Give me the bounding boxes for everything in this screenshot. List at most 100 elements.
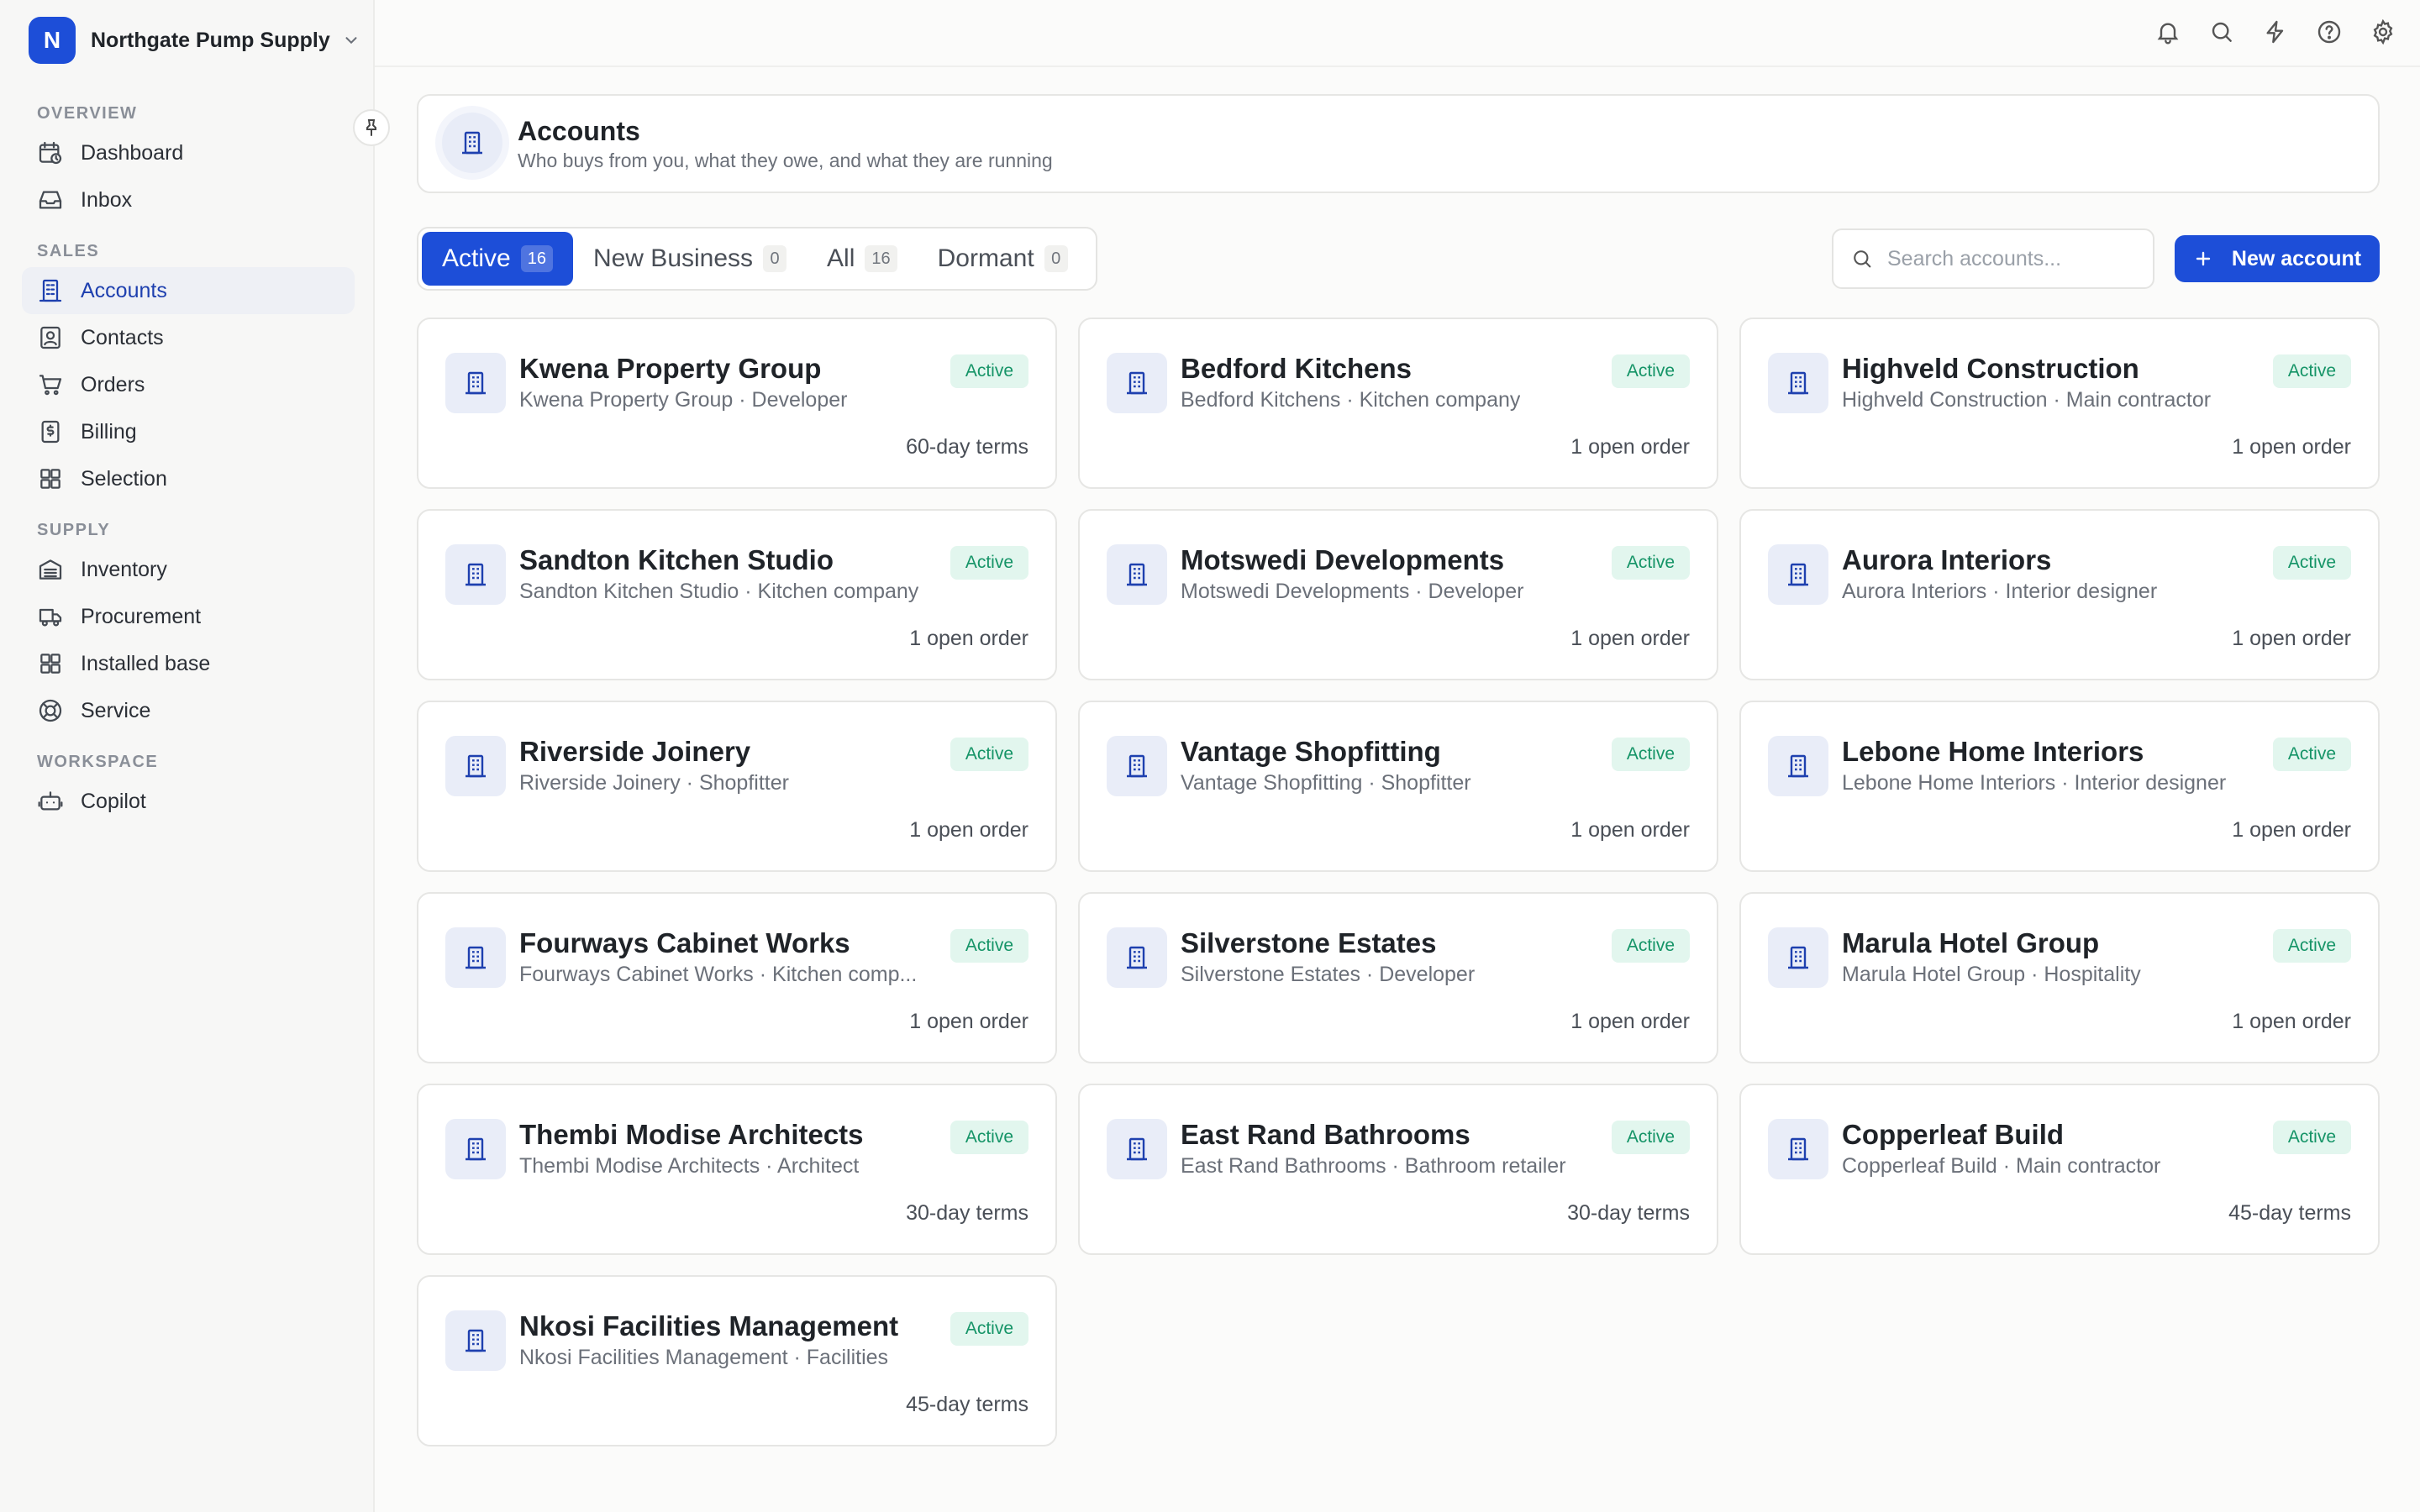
account-card[interactable]: East Rand Bathrooms East Rand Bathrooms … bbox=[1078, 1084, 1718, 1255]
account-footer: 1 open order bbox=[1570, 627, 1690, 650]
account-footer: 30-day terms bbox=[1567, 1201, 1690, 1225]
account-card[interactable]: Sandton Kitchen Studio Sandton Kitchen S… bbox=[417, 509, 1057, 680]
page-subtitle: Who buys from you, what they owe, and wh… bbox=[518, 150, 1053, 171]
account-meta: Marula Hotel Group · Hospitality bbox=[1842, 963, 2141, 986]
account-meta: Fourways Cabinet Works · Kitchen comp... bbox=[519, 963, 918, 986]
account-meta: Highveld Construction · Main contractor bbox=[1842, 388, 2212, 412]
sidebar-item-inbox[interactable]: Inbox bbox=[22, 176, 355, 223]
account-name: Sandton Kitchen Studio bbox=[519, 544, 834, 575]
sidebar-item-label: Inbox bbox=[81, 187, 133, 212]
search-icon bbox=[1854, 250, 1871, 268]
status-badge: Active bbox=[1611, 929, 1690, 963]
dollar-receipt-icon bbox=[41, 420, 60, 444]
sidebar-item-installed-base[interactable]: Installed base bbox=[22, 640, 355, 687]
building-icon bbox=[1768, 353, 1828, 413]
sidebar: N Northgate Pump Supply OVERVIEW Dashboar… bbox=[0, 0, 390, 1512]
help-icon[interactable] bbox=[2316, 18, 2343, 45]
new-account-label: New account bbox=[2231, 246, 2362, 270]
tab-active[interactable]: Active 16 bbox=[422, 232, 573, 286]
tab-label: All bbox=[827, 244, 855, 272]
account-card[interactable]: Bedford Kitchens Bedford Kitchens · Kitc… bbox=[1078, 318, 1718, 489]
account-card[interactable]: Lebone Home Interiors Lebone Home Interi… bbox=[1739, 701, 2380, 872]
building-icon bbox=[445, 1119, 506, 1179]
account-meta: Copperleaf Build · Main contractor bbox=[1842, 1154, 2161, 1178]
sidebar-item-label: Copilot bbox=[81, 789, 146, 813]
sidebar-item-inventory[interactable]: Inventory bbox=[22, 546, 355, 593]
account-card[interactable]: Thembi Modise Architects Thembi Modise A… bbox=[417, 1084, 1057, 1255]
building-icon bbox=[1768, 544, 1828, 605]
tab-all[interactable]: All 16 bbox=[807, 232, 918, 286]
account-name: Aurora Interiors bbox=[1842, 544, 2052, 575]
account-footer: 1 open order bbox=[909, 1010, 1028, 1033]
sidebar-item-label: Installed base bbox=[81, 651, 211, 675]
account-meta: East Rand Bathrooms · Bathroom retailer bbox=[1181, 1154, 1566, 1178]
building-icon bbox=[445, 736, 506, 796]
account-card[interactable]: Fourways Cabinet Works Fourways Cabinet … bbox=[417, 892, 1057, 1063]
status-badge: Active bbox=[950, 1121, 1028, 1154]
status-badge: Active bbox=[2272, 354, 2351, 388]
settings-icon[interactable] bbox=[2370, 18, 2396, 45]
sidebar-item-service[interactable]: Service bbox=[22, 687, 355, 734]
pin-sidebar-button[interactable] bbox=[353, 109, 390, 146]
nav-section-heading: WORKSPACE bbox=[37, 753, 159, 771]
account-name: Riverside Joinery bbox=[519, 736, 751, 767]
sidebar-item-label: Accounts bbox=[81, 278, 167, 302]
account-card[interactable]: Copperleaf Build Copperleaf Build · Main… bbox=[1739, 1084, 2380, 1255]
tab-new-business[interactable]: New Business 0 bbox=[573, 232, 807, 286]
account-card[interactable]: Vantage Shopfitting Vantage Shopfitting … bbox=[1078, 701, 1718, 872]
sidebar-item-copilot[interactable]: Copilot bbox=[22, 778, 355, 825]
tab-count: 0 bbox=[763, 245, 787, 272]
org-switcher[interactable]: N Northgate Pump Supply bbox=[29, 17, 360, 64]
account-footer: 60-day terms bbox=[906, 435, 1028, 459]
lightning-icon[interactable] bbox=[2262, 18, 2289, 45]
sidebar-item-accounts[interactable]: Accounts bbox=[22, 267, 355, 314]
tab-count: 0 bbox=[1044, 245, 1068, 272]
account-footer: 1 open order bbox=[909, 818, 1028, 842]
sidebar-item-procurement[interactable]: Procurement bbox=[22, 593, 355, 640]
search-input[interactable] bbox=[1887, 246, 2139, 271]
status-badge: Active bbox=[950, 738, 1028, 771]
chevron-down-icon bbox=[345, 37, 357, 45]
sidebar-item-dashboard[interactable]: Dashboard bbox=[22, 129, 355, 176]
bell-icon[interactable] bbox=[2154, 18, 2181, 45]
account-card[interactable]: Riverside Joinery Riverside Joinery · Sh… bbox=[417, 701, 1057, 872]
account-card[interactable]: Aurora Interiors Aurora Interiors · Inte… bbox=[1739, 509, 2380, 680]
tab-count: 16 bbox=[865, 245, 897, 272]
tab-dormant[interactable]: Dormant 0 bbox=[918, 232, 1088, 286]
status-badge: Active bbox=[950, 354, 1028, 388]
nav-section-heading: OVERVIEW bbox=[37, 104, 138, 123]
account-meta: Aurora Interiors · Interior designer bbox=[1842, 580, 2158, 603]
sidebar-item-contacts[interactable]: Contacts bbox=[22, 314, 355, 361]
account-card[interactable]: Marula Hotel Group Marula Hotel Group · … bbox=[1739, 892, 2380, 1063]
account-meta: Nkosi Facilities Management · Facilities bbox=[519, 1346, 889, 1369]
account-name: Nkosi Facilities Management bbox=[519, 1310, 899, 1341]
search-icon[interactable] bbox=[2208, 18, 2235, 45]
account-name: Copperleaf Build bbox=[1842, 1119, 2065, 1150]
status-badge: Active bbox=[950, 546, 1028, 580]
cart-icon bbox=[39, 375, 62, 396]
account-card[interactable]: Silverstone Estates Silverstone Estates … bbox=[1078, 892, 1718, 1063]
sidebar-item-selection[interactable]: Selection bbox=[22, 455, 355, 502]
account-name: Motswedi Developments bbox=[1181, 544, 1505, 575]
building-icon bbox=[1107, 736, 1167, 796]
account-card[interactable]: Highveld Construction Highveld Construct… bbox=[1739, 318, 2380, 489]
account-card[interactable]: Kwena Property Group Kwena Property Grou… bbox=[417, 318, 1057, 489]
status-badge: Active bbox=[1611, 354, 1690, 388]
account-name: Lebone Home Interiors bbox=[1842, 736, 2144, 767]
account-card[interactable]: Motswedi Developments Motswedi Developme… bbox=[1078, 509, 1718, 680]
bot-icon bbox=[38, 791, 63, 811]
account-meta: Riverside Joinery · Shopfitter bbox=[519, 771, 789, 795]
nav-section-heading: SUPPLY bbox=[37, 521, 111, 539]
building-icon bbox=[1768, 927, 1828, 988]
sidebar-item-billing[interactable]: Billing bbox=[22, 408, 355, 455]
building-icon bbox=[445, 544, 506, 605]
account-name: Thembi Modise Architects bbox=[519, 1119, 864, 1150]
sidebar-item-label: Dashboard bbox=[81, 140, 184, 165]
org-avatar: N bbox=[29, 17, 76, 64]
building-icon bbox=[1768, 1119, 1828, 1179]
account-card[interactable]: Nkosi Facilities Management Nkosi Facili… bbox=[417, 1275, 1057, 1446]
sidebar-item-label: Service bbox=[81, 698, 151, 722]
new-account-button[interactable]: New account bbox=[2175, 235, 2380, 282]
sidebar-item-orders[interactable]: Orders bbox=[22, 361, 355, 408]
account-meta: Sandton Kitchen Studio · Kitchen company bbox=[519, 580, 919, 603]
